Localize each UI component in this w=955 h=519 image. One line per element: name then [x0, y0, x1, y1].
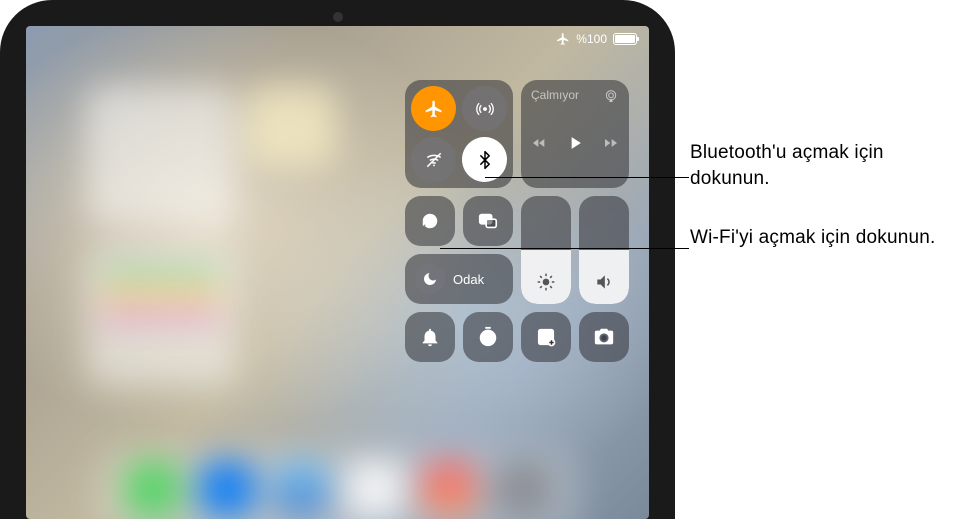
bluetooth-button[interactable] — [462, 137, 507, 182]
callout-line-bluetooth — [485, 177, 689, 178]
volume-slider[interactable] — [579, 196, 629, 304]
wifi-button[interactable] — [411, 137, 456, 182]
media-module[interactable]: Çalmıyor — [521, 80, 629, 188]
screen-mirroring-button[interactable] — [463, 196, 513, 246]
brightness-slider[interactable] — [521, 196, 571, 304]
next-track-button[interactable] — [603, 135, 619, 156]
timer-button[interactable] — [463, 312, 513, 362]
airplay-icon[interactable] — [603, 88, 619, 107]
control-center: Çalmıyor — [405, 80, 629, 362]
battery-icon — [613, 33, 637, 45]
airplane-icon — [556, 32, 570, 46]
callout-line-wifi — [440, 248, 689, 249]
silent-mode-button[interactable] — [405, 312, 455, 362]
focus-label: Odak — [453, 272, 484, 287]
camera-button[interactable] — [579, 312, 629, 362]
screen: %100 — [26, 26, 649, 519]
airdrop-button[interactable] — [462, 86, 507, 131]
sun-icon — [536, 272, 556, 292]
speaker-icon — [594, 272, 614, 292]
connectivity-module — [405, 80, 513, 188]
annotations: Bluetooth'u açmak için dokunun. Wi-Fi'yi… — [690, 0, 950, 519]
moon-icon — [415, 264, 445, 294]
annotation-wifi: Wi-Fi'yi açmak için dokunun. — [690, 225, 935, 251]
previous-track-button[interactable] — [531, 135, 547, 156]
media-status-label: Çalmıyor — [531, 88, 579, 102]
airplane-mode-button[interactable] — [411, 86, 456, 131]
orientation-lock-button[interactable] — [405, 196, 455, 246]
battery-percentage: %100 — [576, 32, 607, 46]
play-button[interactable] — [565, 133, 585, 158]
device-frame: %100 — [0, 0, 675, 519]
front-camera — [333, 12, 343, 22]
quick-note-button[interactable] — [521, 312, 571, 362]
status-bar: %100 — [556, 32, 637, 46]
annotation-bluetooth: Bluetooth'u açmak için dokunun. — [690, 140, 950, 191]
focus-button[interactable]: Odak — [405, 254, 513, 304]
